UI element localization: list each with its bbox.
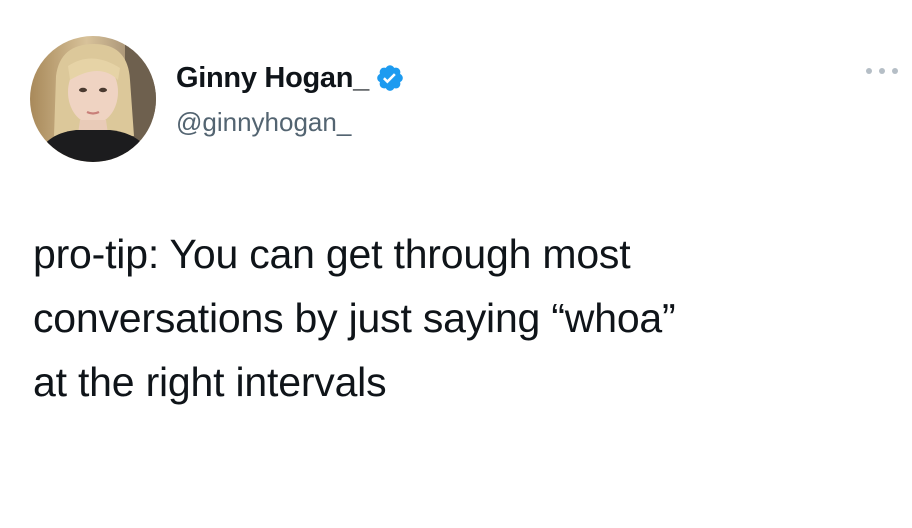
avatar-photo — [30, 36, 156, 162]
tweet-text-line: conversations by just saying “whoa” — [33, 295, 676, 341]
author-display-name[interactable]: Ginny Hogan_ — [176, 62, 369, 95]
tweet-card: Ginny Hogan_ @ginnyhogan_ pro-tip: You c… — [0, 0, 912, 528]
author-handle[interactable]: @ginnyhogan_ — [176, 107, 351, 138]
tweet-text-line: pro-tip: You can get through most — [33, 231, 631, 277]
tweet-text-line: at the right intervals — [33, 359, 387, 405]
more-options-icon — [866, 68, 898, 74]
avatar[interactable] — [30, 36, 156, 162]
tweet-text: pro-tip: You can get through most conver… — [33, 222, 893, 414]
author-name-row[interactable]: Ginny Hogan_ — [176, 60, 405, 96]
verified-badge-icon — [375, 63, 405, 93]
more-options-button[interactable] — [862, 58, 902, 84]
